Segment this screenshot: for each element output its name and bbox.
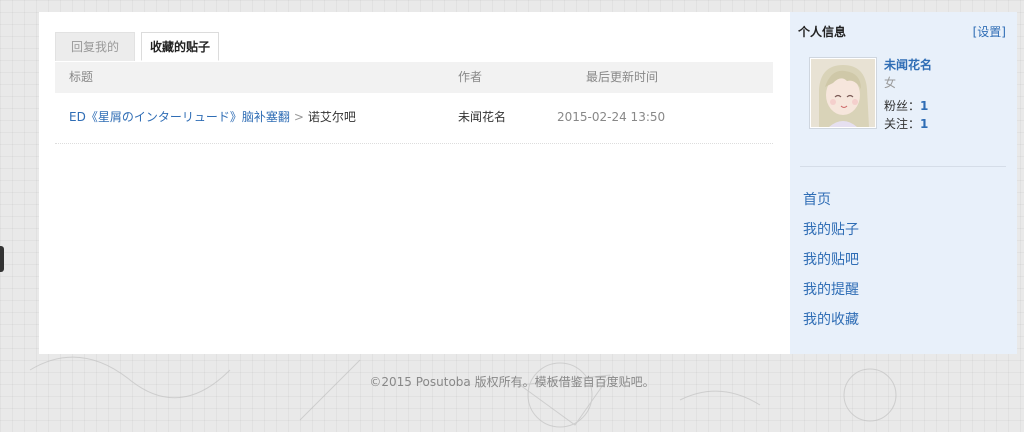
content-panel: 回复我的 收藏的贴子 标题 作者 最后更新时间 ED《星屑のインターリュード》脑… (39, 12, 1017, 354)
author-cell: 未闻花名 (458, 110, 507, 124)
anime-girl-avatar-icon (811, 59, 875, 127)
nav-item-my-posts[interactable]: 我的贴子 (803, 222, 859, 252)
table-row: ED《星屑のインターリュード》脑补塞翻 > 诺艾尔吧 未闻花名 2015-02-24… (55, 105, 773, 144)
sidebar-divider (800, 166, 1006, 167)
profile-title: 个人信息 (798, 25, 847, 39)
side-handle[interactable] (0, 246, 4, 272)
settings-link[interactable]: [设置] (973, 23, 1006, 40)
title-cell: ED《星屑のインターリュード》脑补塞翻 > 诺艾尔吧 (69, 105, 356, 130)
username-link[interactable]: 未闻花名 (884, 56, 932, 73)
forum-link[interactable]: 诺艾尔吧 (308, 110, 356, 124)
sidebar-nav: 首页 我的贴子 我的贴吧 我的提醒 我的收藏 (803, 192, 859, 342)
header-author: 作者 (458, 70, 483, 84)
nav-item-home[interactable]: 首页 (803, 192, 859, 222)
tab-favorites[interactable]: 收藏的贴子 (141, 32, 219, 61)
updated-cell: 2015-02-24 13:50 (557, 110, 666, 124)
tab-replies[interactable]: 回复我的 (55, 32, 135, 61)
header-updated: 最后更新时间 (586, 70, 659, 84)
nav-item-my-notifications[interactable]: 我的提醒 (803, 282, 859, 312)
avatar[interactable] (809, 57, 877, 129)
footer-copyright: ©2015 Posutoba 版权所有。模板借鉴自百度贴吧。 (369, 375, 655, 389)
breadcrumb-separator: > (293, 110, 304, 124)
fans-label: 粉丝： (884, 99, 921, 113)
post-title-link[interactable]: ED《星屑のインターリュード》脑补塞翻 (69, 110, 290, 124)
header-title: 标题 (69, 70, 94, 84)
nav-item-my-favorites[interactable]: 我的收藏 (803, 312, 859, 342)
fans-count[interactable]: 1 (920, 99, 928, 113)
follow-count[interactable]: 1 (920, 117, 928, 131)
follow-stat: 关注：1 (884, 115, 928, 132)
gender-label: 女 (884, 76, 897, 90)
fans-stat: 粉丝：1 (884, 97, 928, 114)
follow-label: 关注： (884, 117, 921, 131)
table-header: 标题 作者 最后更新时间 (55, 62, 773, 93)
profile-sidebar: 个人信息 [设置] 未闻花名 女 粉丝：1 关注：1 首页 我的贴子 我的贴吧 … (790, 12, 1017, 354)
main-area: 回复我的 收藏的贴子 标题 作者 最后更新时间 ED《星屑のインターリュード》脑… (39, 12, 790, 354)
nav-item-my-forums[interactable]: 我的贴吧 (803, 252, 859, 282)
